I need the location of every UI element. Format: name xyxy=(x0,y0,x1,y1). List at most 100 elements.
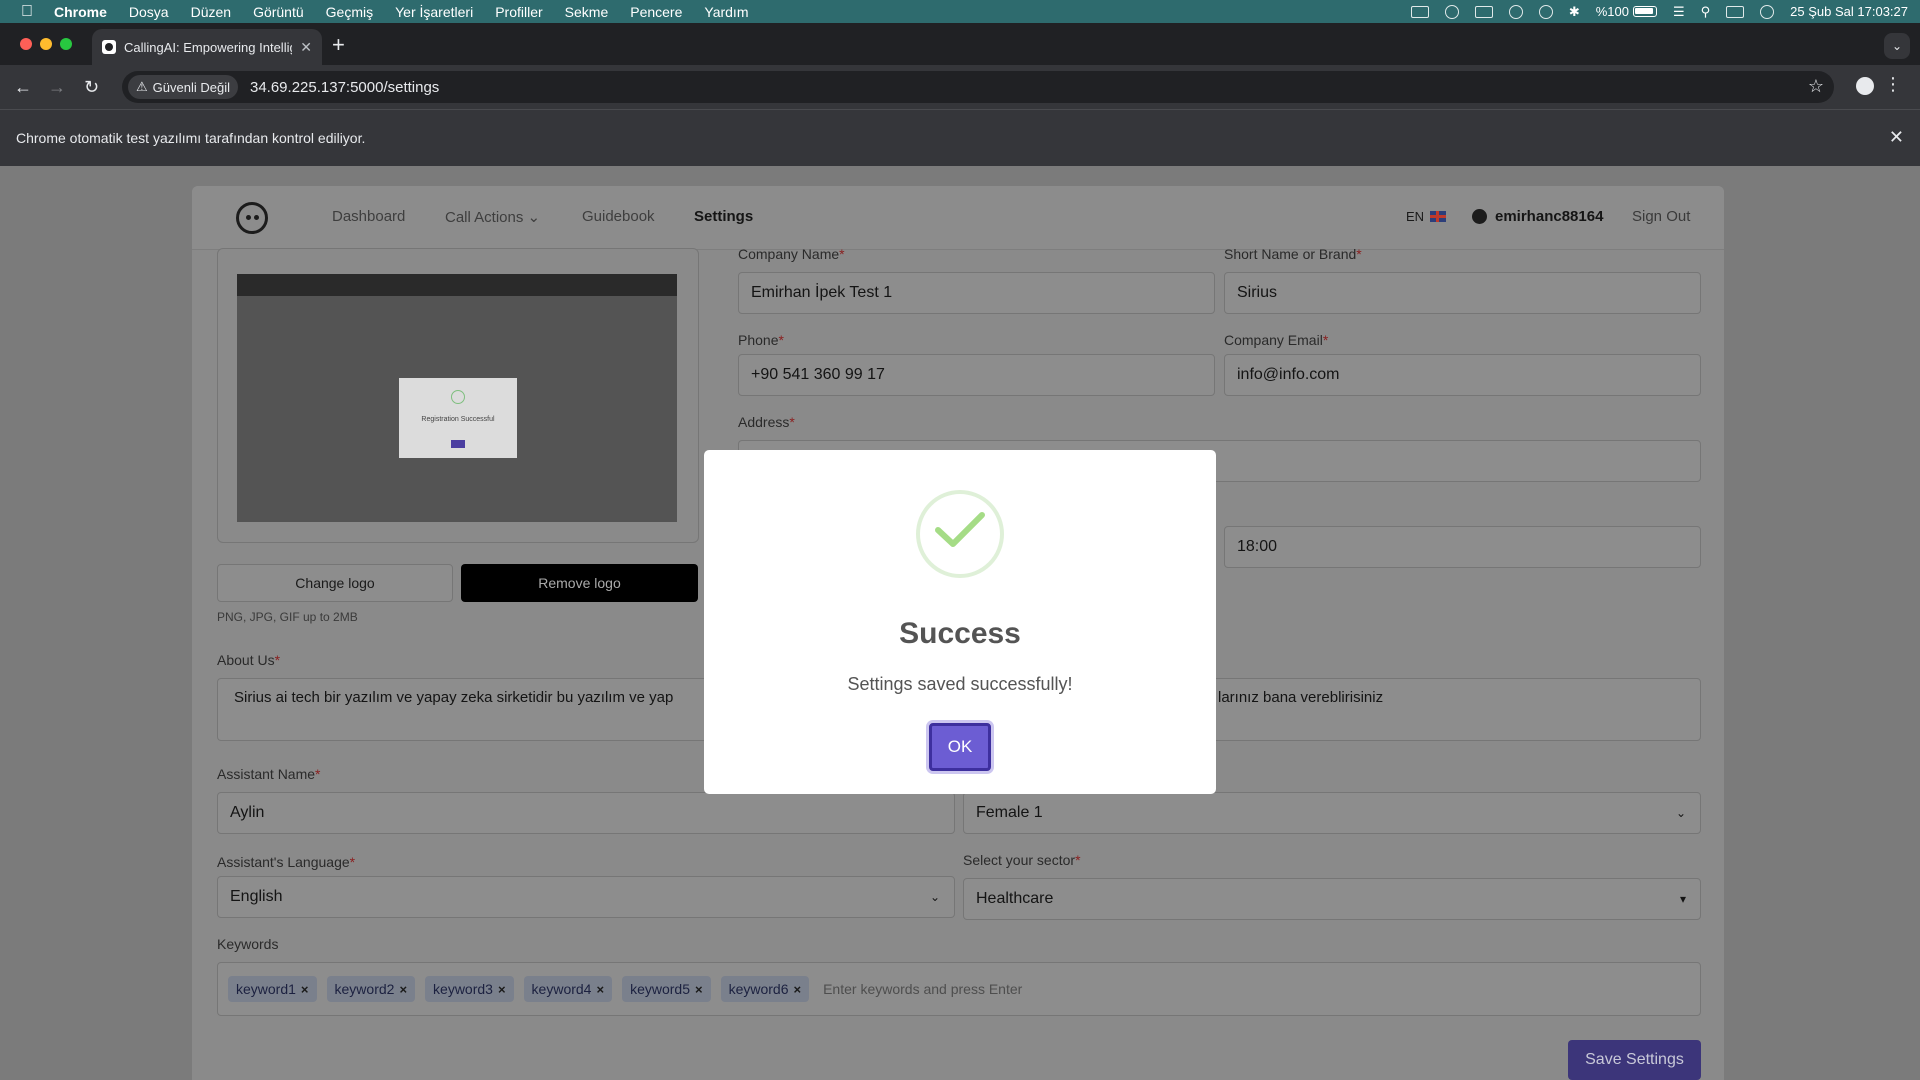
menu-duzen[interactable]: Düzen xyxy=(191,4,231,20)
keyword-chip-label: keyword4 xyxy=(531,981,592,997)
success-dialog: Success Settings saved successfully! OK xyxy=(704,450,1216,794)
change-logo-button[interactable]: Change logo xyxy=(217,564,453,602)
remove-keyword-icon[interactable]: × xyxy=(301,982,309,997)
keyword-chip-label: keyword6 xyxy=(728,981,789,997)
nav-call-actions[interactable]: Call Actions ⌄ xyxy=(445,208,540,226)
nav-dashboard[interactable]: Dashboard xyxy=(332,208,405,225)
minimize-window-button[interactable] xyxy=(40,38,52,50)
forward-icon[interactable]: → xyxy=(48,77,66,97)
assistant-language-select[interactable]: English ⌄ xyxy=(217,876,955,918)
required-mark: * xyxy=(349,854,356,870)
required-mark: * xyxy=(1356,246,1362,262)
nav-guidebook[interactable]: Guidebook xyxy=(582,208,655,225)
company-email-input[interactable]: info@info.com xyxy=(1224,354,1701,396)
mute-icon[interactable] xyxy=(1508,4,1523,19)
play-icon[interactable] xyxy=(1538,4,1553,19)
window-controls xyxy=(20,38,72,50)
active-tab[interactable]: CallingAI: Empowering Intellig ✕ xyxy=(92,29,322,65)
remove-keyword-icon[interactable]: × xyxy=(596,982,604,997)
close-window-button[interactable] xyxy=(20,38,32,50)
required-mark: * xyxy=(315,766,321,782)
phone-input[interactable]: +90 541 360 99 17 xyxy=(738,354,1215,396)
about-us-label: About Us* xyxy=(217,652,280,668)
keywords-input[interactable]: keyword1 × keyword2 × keyword3 × keyword4 × … xyxy=(217,962,1701,1016)
battery-indicator[interactable]: %100 xyxy=(1596,4,1657,19)
address-bar[interactable]: ⚠ Güvenli Değil 34.69.225.137:5000/setti… xyxy=(122,71,1834,103)
chevron-down-icon: ⌄ xyxy=(929,890,940,904)
clock[interactable]: 25 Şub Sal 17:03:27 xyxy=(1790,4,1908,19)
cloud-icon[interactable] xyxy=(1444,4,1459,19)
security-chip[interactable]: ⚠ Güvenli Değil xyxy=(128,75,238,99)
sign-out-link[interactable]: Sign Out xyxy=(1632,208,1690,225)
short-name-input[interactable]: Sirius xyxy=(1224,272,1701,314)
required-mark: * xyxy=(778,332,784,348)
assistant-name-label-text: Assistant Name xyxy=(217,766,316,782)
keyword-chip-label: keyword1 xyxy=(236,981,296,997)
apple-icon[interactable]:  xyxy=(0,3,54,21)
menu-dosya[interactable]: Dosya xyxy=(129,4,169,20)
keyword-chip-label: keyword5 xyxy=(630,981,690,997)
menu-gecmis[interactable]: Geçmiş xyxy=(326,4,373,20)
sector-label-text: Select your sector xyxy=(963,852,1076,868)
user-menu[interactable]: emirhanc88164 xyxy=(1472,208,1603,225)
preview-browser-bar xyxy=(237,274,677,296)
tab-search-icon[interactable]: ⌄ xyxy=(1884,33,1910,59)
menu-profiller[interactable]: Profiller xyxy=(495,4,542,20)
zoom-window-button[interactable] xyxy=(60,38,72,50)
company-name-label: Company Name* xyxy=(738,246,845,262)
remove-logo-button[interactable]: Remove logo xyxy=(461,564,698,602)
save-settings-button[interactable]: Save Settings xyxy=(1568,1040,1701,1080)
display-icon[interactable] xyxy=(1474,5,1493,18)
dialog-message: Settings saved successfully! xyxy=(847,674,1073,694)
keyword-chip: keyword2 × xyxy=(326,976,416,1002)
remove-keyword-icon[interactable]: × xyxy=(695,982,703,997)
menu-yer-isaretleri[interactable]: Yer İşaretleri xyxy=(395,4,473,20)
bookmark-star-icon[interactable]: ☆ xyxy=(1808,76,1824,97)
brand-logo-icon[interactable] xyxy=(236,202,268,234)
end-time-input[interactable]: 18:00 xyxy=(1224,526,1701,568)
phone-label: Phone* xyxy=(738,332,784,348)
company-name-input[interactable]: Emirhan İpek Test 1 xyxy=(738,272,1215,314)
remove-keyword-icon[interactable]: × xyxy=(399,982,407,997)
menu-sekme[interactable]: Sekme xyxy=(565,4,609,20)
browser-toolbar: ← → ↻ ⚠ Güvenli Değil 34.69.225.137:5000… xyxy=(0,65,1920,109)
sector-select[interactable]: Healthcare ▾ xyxy=(963,878,1701,920)
nav-settings[interactable]: Settings xyxy=(694,208,753,225)
language-switcher[interactable]: EN xyxy=(1406,209,1447,224)
caret-down-icon: ▾ xyxy=(1679,892,1686,906)
security-label: Güvenli Değil xyxy=(152,79,230,95)
profile-icon[interactable] xyxy=(1856,77,1874,95)
new-tab-icon[interactable]: + xyxy=(332,34,345,56)
url-text[interactable]: 34.69.225.137:5000/settings xyxy=(250,79,439,96)
screen-share-icon[interactable] xyxy=(1410,5,1429,18)
control-center-icon[interactable] xyxy=(1726,5,1745,18)
voice-select[interactable]: Female 1 ⌄ xyxy=(963,792,1701,834)
reload-icon[interactable]: ↻ xyxy=(84,77,99,97)
keywords-placeholder[interactable]: Enter keywords and press Enter xyxy=(823,981,1022,997)
automation-infobar: Chrome otomatik test yazılımı tarafından… xyxy=(0,109,1920,166)
username: emirhanc88164 xyxy=(1495,208,1604,225)
logo-preview-image: Registration Successful xyxy=(237,274,677,522)
assistant-name-input[interactable]: Aylin xyxy=(217,792,955,834)
remove-keyword-icon[interactable]: × xyxy=(498,982,506,997)
tab-strip: CallingAI: Empowering Intellig ✕ + ⌄ xyxy=(0,23,1920,65)
close-tab-icon[interactable]: ✕ xyxy=(300,39,312,56)
ok-button[interactable]: OK xyxy=(929,723,991,771)
menu-chrome[interactable]: Chrome xyxy=(54,4,107,20)
wifi-icon[interactable]: ☰ xyxy=(1673,4,1685,20)
close-infobar-icon[interactable]: ✕ xyxy=(1889,127,1904,148)
about-us-text-tail: larınız bana vereblirisiniz xyxy=(1218,689,1384,706)
back-icon[interactable]: ← xyxy=(14,77,32,97)
chrome-menu-icon[interactable]: ⋮ xyxy=(1884,75,1902,93)
preview-dialog: Registration Successful xyxy=(399,378,517,458)
warning-icon: ⚠ xyxy=(136,79,148,94)
menu-pencere[interactable]: Pencere xyxy=(630,4,682,20)
spotlight-icon[interactable]: ⚲ xyxy=(1701,4,1711,20)
menu-yardim[interactable]: Yardım xyxy=(704,4,748,20)
bluetooth-icon[interactable]: ✱ xyxy=(1569,4,1580,20)
siri-icon[interactable] xyxy=(1760,4,1775,19)
remove-keyword-icon[interactable]: × xyxy=(794,982,802,997)
sector-select-value: Healthcare xyxy=(976,890,1054,907)
menu-goruntu[interactable]: Görüntü xyxy=(253,4,304,20)
required-mark: * xyxy=(1075,852,1081,868)
